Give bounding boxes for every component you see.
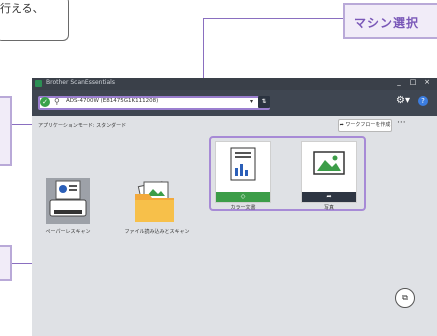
file-import-scan-label: ファイル読み込みとスキャン (124, 229, 190, 235)
left-callout-1 (0, 96, 12, 166)
photo-bar: ➦ (302, 192, 356, 202)
create-workflow-label: ワークフローを作成 (345, 122, 391, 128)
gear-icon[interactable]: ⚙▾ (396, 95, 410, 106)
device-name: ADS-4700W (E81475G1K111208) (66, 98, 159, 104)
paperless-scan-tile[interactable] (46, 178, 90, 224)
callout-line (203, 18, 343, 19)
left-callout-2 (0, 245, 12, 281)
folder-icon (135, 181, 174, 222)
device-action-icon[interactable]: ⧉ (395, 288, 415, 308)
title-bar: Brother ScanEssentials _ □ × (32, 78, 437, 90)
manual-top-callout-frame (0, 0, 69, 41)
maximize-button[interactable]: □ (406, 78, 420, 86)
photo-card[interactable]: ➦ (301, 141, 357, 203)
share-icon: ➦ (326, 193, 332, 200)
help-icon[interactable]: ? (418, 96, 428, 106)
color-document-label: カラー文書 (230, 205, 256, 211)
file-import-scan-tile[interactable] (132, 178, 178, 224)
window-controls: _ □ × (392, 78, 434, 86)
window-title: Brother ScanEssentials (46, 79, 115, 86)
diamond-icon: ◇ (240, 193, 246, 200)
close-button[interactable]: × (420, 78, 434, 86)
color-document-bar: ◇ (216, 192, 270, 202)
application-mode-label: アプリケーションモード: スタンダード (38, 123, 127, 129)
chevron-down-icon[interactable]: ▾ (250, 98, 253, 105)
app-logo-icon (35, 80, 42, 87)
machine-select-callout-label: マシン選択 (354, 16, 420, 30)
more-menu-button[interactable]: ··· (397, 118, 406, 128)
photo-label: 写真 (323, 205, 334, 211)
paperless-scan-label: ペーパーレスキャン (45, 229, 91, 235)
paperless-scanner-icon (46, 178, 90, 224)
minimize-button[interactable]: _ (392, 78, 406, 86)
connected-check-icon: ✓ (40, 97, 50, 107)
app-window: Brother ScanEssentials _ □ × ✓ ⚲ ADS-4700W… (32, 78, 437, 336)
color-document-card[interactable]: ◇ (215, 141, 271, 203)
usb-icon: ⚲ (54, 97, 60, 106)
create-workflow-button[interactable]: ➦ ワークフローを作成 (338, 119, 392, 132)
document-chart-icon (230, 147, 256, 181)
scan-settings-group: ◇ カラー文書 ➦ 写真 (209, 136, 366, 211)
photo-icon (313, 151, 345, 175)
device-settings-button[interactable]: ⇅ (258, 96, 270, 108)
